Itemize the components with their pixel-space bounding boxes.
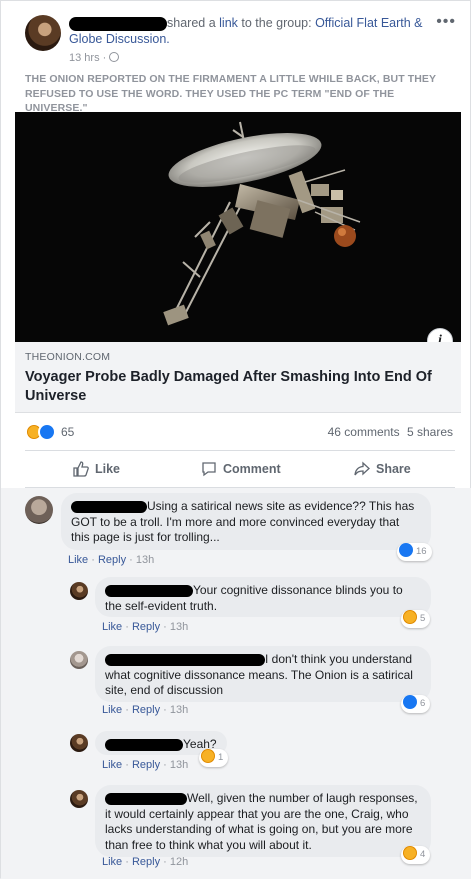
comment-reactions[interactable]: 16 (397, 543, 432, 561)
reply-reactions[interactable]: 1 (199, 749, 229, 767)
haha-reaction-icon (403, 610, 417, 624)
reply-like-link[interactable]: Like (102, 856, 122, 868)
comment-icon (202, 462, 216, 477)
reply-time[interactable]: 13h (170, 759, 188, 771)
reply-meta: Like · Reply · 13h (102, 621, 189, 633)
reply-avatar[interactable] (70, 734, 88, 752)
reply-avatar[interactable] (70, 582, 88, 600)
reply-reaction-count: 5 (420, 613, 426, 624)
reply-time[interactable]: 13h (170, 704, 188, 716)
comment-like-link[interactable]: Like (68, 554, 88, 566)
comment-button[interactable]: Comment (201, 451, 281, 488)
redacted-commenter-name[interactable] (105, 653, 265, 666)
like-reaction-icon (38, 423, 56, 441)
reply-reactions[interactable]: 4 (401, 846, 431, 864)
reply-time[interactable]: 12h (170, 856, 188, 868)
share-arrow-icon (354, 461, 370, 476)
to-the-group-text: to the group: (241, 16, 312, 30)
reply-meta: Like · Reply · 13h (102, 704, 189, 716)
reply-meta: Like · Reply · 13h (102, 759, 189, 771)
globe-icon (109, 52, 120, 62)
comments-section: Using a satirical news site as evidence?… (1, 488, 471, 879)
action-text: shared a (167, 16, 216, 30)
post-meta: 13 hrs · (69, 52, 120, 64)
share-button[interactable]: Share (354, 451, 411, 488)
link-image[interactable]: i (15, 112, 461, 342)
post-header-text: shared a link to the group: Official Fla… (69, 15, 439, 47)
like-reaction-icon (399, 543, 413, 557)
reply-bubble: Your cognitive dissonance blinds you to … (95, 577, 431, 617)
link-title[interactable]: Voyager Probe Badly Damaged After Smashi… (25, 368, 445, 406)
reply-bubble: I don't think you understand what cognit… (95, 646, 431, 702)
reaction-count[interactable]: 65 (61, 425, 74, 439)
link-preview[interactable]: THEONION.COM Voyager Probe Badly Damaged… (15, 342, 461, 413)
reply-reply-link[interactable]: Reply (132, 704, 160, 716)
reply-reaction-count: 4 (420, 849, 426, 860)
reply-avatar[interactable] (70, 651, 88, 669)
reply-reaction-count: 6 (420, 698, 426, 709)
post-body: THE ONION REPORTED ON THE FIRMAMENT A LI… (25, 73, 436, 114)
link-word[interactable]: link (219, 16, 238, 30)
like-reaction-icon (403, 695, 417, 709)
post-card: shared a link to the group: Official Fla… (0, 0, 471, 879)
reactions-summary: 65 46 comments 5 shares (25, 422, 455, 442)
comment-reaction-count: 16 (416, 546, 427, 557)
haha-reaction-icon (201, 749, 215, 763)
redacted-commenter-name[interactable] (71, 500, 147, 513)
redacted-commenter-name[interactable] (105, 792, 187, 805)
reply-reaction-count: 1 (218, 752, 224, 763)
shares-count[interactable]: 5 shares (407, 425, 453, 439)
reply-reply-link[interactable]: Reply (132, 621, 160, 633)
reply-avatar[interactable] (70, 790, 88, 808)
post-actions: Like Comment Share (25, 450, 455, 488)
reply-reply-link[interactable]: Reply (132, 759, 160, 771)
post-time[interactable]: 13 hrs · (69, 52, 106, 64)
commenter-avatar[interactable] (25, 496, 53, 524)
comment-share-counts: 46 comments 5 shares (328, 425, 453, 439)
comment-meta: Like · Reply · 13h (68, 554, 155, 566)
reply-reactions[interactable]: 6 (401, 695, 431, 713)
comment-bubble: Using a satirical news site as evidence?… (61, 493, 431, 550)
comment-reply-link[interactable]: Reply (98, 554, 126, 566)
reply-reply-link[interactable]: Reply (132, 856, 160, 868)
redacted-author-name[interactable] (69, 16, 167, 31)
reply-like-link[interactable]: Like (102, 759, 122, 771)
voyager-probe-image (15, 112, 461, 342)
reply-meta: Like · Reply · 12h (102, 856, 189, 868)
reaction-icons[interactable] (25, 423, 59, 441)
haha-reaction-icon (403, 846, 417, 860)
author-avatar[interactable] (25, 15, 61, 51)
link-domain: THEONION.COM (25, 351, 111, 363)
comment-time[interactable]: 13h (136, 554, 154, 566)
comments-count[interactable]: 46 comments (328, 425, 400, 439)
reply-bubble: Well, given the number of laugh response… (95, 785, 431, 857)
more-options-icon[interactable]: ••• (436, 13, 456, 31)
reply-like-link[interactable]: Like (102, 704, 122, 716)
redacted-commenter-name[interactable] (105, 738, 183, 751)
thumbs-up-icon (73, 461, 89, 477)
reply-time[interactable]: 13h (170, 621, 188, 633)
like-button[interactable]: Like (73, 451, 120, 488)
redacted-commenter-name[interactable] (105, 584, 193, 597)
reply-reactions[interactable]: 5 (401, 610, 431, 628)
reply-like-link[interactable]: Like (102, 621, 122, 633)
